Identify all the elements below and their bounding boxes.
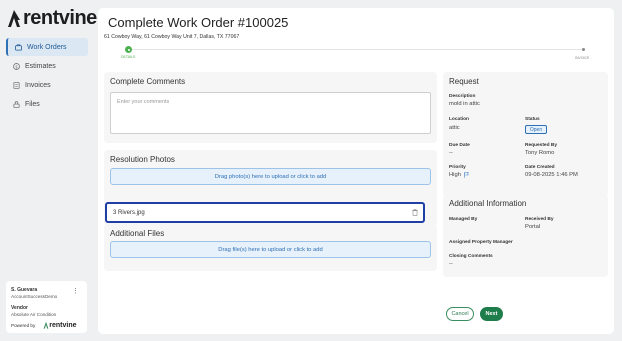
sidebar-nav: Work Orders $ Estimates Invoices Files	[6, 38, 88, 114]
priority-flag-icon	[464, 172, 469, 178]
sidebar-item-files[interactable]: Files	[6, 95, 88, 113]
sidebar-item-label: Estimates	[25, 62, 56, 70]
priority-value: High	[449, 172, 469, 178]
complete-comments-panel: Complete Comments Enter your comments	[104, 72, 437, 143]
managed-by-label: Managed By	[449, 217, 478, 222]
closing-comments-label: Closing Comments	[449, 254, 493, 259]
sidebar-item-work-orders[interactable]: Work Orders	[6, 38, 88, 56]
step-invoice-dot-icon	[582, 48, 585, 51]
request-title: Request	[449, 77, 479, 86]
property-address: 61 Cowboy Way, 61 Cowboy Way Unit 7, Dal…	[104, 34, 240, 40]
sidebar-item-label: Work Orders	[27, 43, 67, 51]
uploaded-file-row[interactable]: 3 Rivers.jpg	[105, 202, 425, 223]
user-menu-kebab-icon[interactable]: ⋮	[72, 287, 79, 295]
file-upload-dropzone[interactable]: Drag file(s) here to upload or click to …	[110, 241, 431, 258]
description-label: Description	[449, 94, 476, 99]
page-title: Complete Work Order #100025	[108, 15, 289, 30]
additional-info-title: Additional Information	[449, 199, 527, 208]
comments-textarea[interactable]: Enter your comments	[110, 92, 431, 134]
resolution-photos-title: Resolution Photos	[110, 155, 175, 164]
document-icon	[13, 81, 20, 89]
rentvine-logo-mark	[8, 10, 20, 27]
next-button[interactable]: Next	[480, 307, 503, 321]
date-created-value: 09-08-2025 1:46 PM	[525, 172, 578, 178]
rentvine-mini-logo: rentvine	[43, 321, 77, 329]
assigned-pm-label: Assigned Property Manager	[449, 240, 513, 245]
status-label: Status	[525, 117, 540, 122]
user-card: S. Guevara AccountSuccessDemo ⋮ Vendor A…	[6, 281, 87, 333]
cancel-button[interactable]: Cancel	[446, 307, 474, 321]
rentvine-logo[interactable]: rentvine	[7, 7, 97, 29]
location-label: Location	[449, 117, 469, 122]
request-panel: Request Description mold in attic Locati…	[443, 72, 608, 196]
photo-upload-dropzone[interactable]: Drag photo(s) here to upload or click to…	[110, 168, 431, 185]
sidebar-item-label: Files	[25, 100, 40, 108]
complete-comments-title: Complete Comments	[110, 77, 186, 86]
main-content: Complete Work Order #100025 61 Cowboy Wa…	[98, 8, 614, 334]
requested-by-value: Tony Romo	[525, 150, 555, 156]
due-date-value: --	[449, 150, 453, 156]
trash-icon[interactable]	[412, 209, 418, 216]
closing-comments-value: --	[449, 261, 453, 267]
vendor-name: Absolute Air Condition	[11, 312, 57, 317]
svg-text:$: $	[15, 64, 18, 70]
status-badge: Open	[525, 125, 547, 134]
priority-label: Priority	[449, 165, 466, 170]
priority-text: High	[449, 172, 461, 178]
powered-brand: rentvine	[49, 321, 77, 329]
location-value: attic	[449, 125, 460, 131]
dollar-icon: $	[13, 62, 20, 70]
received-by-value: Portal	[525, 224, 541, 230]
powered-by-label: Powered by	[11, 322, 36, 328]
sidebar-item-invoices[interactable]: Invoices	[6, 76, 88, 94]
date-created-label: Date Created	[525, 165, 555, 170]
progress-track	[128, 49, 584, 50]
requested-by-label: Requested By	[525, 143, 557, 148]
due-date-label: Due Date	[449, 143, 470, 148]
tool-icon	[15, 43, 22, 51]
received-by-label: Received By	[525, 217, 554, 222]
step-invoice-label: INVOICE	[575, 56, 590, 60]
lock-icon	[13, 100, 20, 108]
powered-by: Powered by rentvine	[11, 321, 77, 329]
uploaded-file-name: 3 Rivers.jpg	[113, 209, 145, 216]
additional-files-title: Additional Files	[110, 229, 165, 238]
vendor-label: Vendor	[11, 305, 28, 311]
description-value: mold in attic	[449, 101, 480, 107]
step-details-label: DETAILS	[121, 55, 136, 59]
sidebar-item-estimates[interactable]: $ Estimates	[6, 57, 88, 75]
additional-info-panel: Additional Information Managed By Receiv…	[443, 194, 608, 277]
sidebar-item-label: Invoices	[25, 81, 51, 89]
additional-files-panel: Additional Files Drag file(s) here to up…	[104, 224, 437, 271]
step-details-check-icon	[125, 46, 132, 53]
brand-name: rentvine	[23, 7, 97, 29]
